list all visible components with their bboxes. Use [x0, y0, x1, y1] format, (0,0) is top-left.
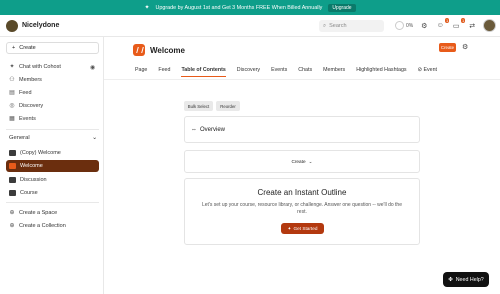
compass-icon: ◎ — [9, 103, 15, 109]
tab-highlighted-hashtags[interactable]: Highlighted Hashtags — [356, 67, 406, 77]
sidebar-item-discussion[interactable]: Discussion — [6, 174, 99, 185]
avatar[interactable] — [483, 19, 497, 32]
sidebar-create-button[interactable]: + Create — [6, 42, 99, 54]
upgrade-button[interactable]: Upgrade — [328, 3, 356, 12]
get-started-button[interactable]: ✦ Get Started — [281, 223, 324, 234]
need-help-button[interactable]: ✤ Need Help? — [443, 272, 489, 287]
sidebar-item-events[interactable]: ▦ Events — [6, 113, 99, 124]
users-icon: ⚇ — [9, 77, 15, 83]
tab-members[interactable]: Members — [323, 67, 345, 77]
feed-icon: ▤ — [9, 90, 15, 96]
sidebar-item-course[interactable]: Course — [6, 187, 99, 198]
gear-icon[interactable]: ⚙ — [462, 43, 468, 51]
sidebar-item-label: Events — [19, 115, 36, 122]
tab-discovery[interactable]: Discovery — [237, 67, 260, 77]
sidebar-item-copy-welcome[interactable]: (Copy) Welcome — [6, 147, 99, 158]
create-dropdown[interactable]: Create ⌄ — [184, 150, 420, 173]
sidebar-item-chat-with-cohost[interactable]: ✦ Chat with Cohost — [6, 61, 99, 72]
settings-icon[interactable]: ⚙ — [419, 21, 429, 31]
sidebar-create-label: Create — [19, 45, 36, 51]
overview-card[interactable]: ⇔ Overview — [184, 116, 420, 143]
progress-label: 0% — [406, 22, 414, 29]
page-tabs: Page Feed Table of Contents Discovery Ev… — [135, 67, 437, 77]
sidebar-item-label: Members — [19, 76, 42, 83]
space-thumbnail — [9, 163, 16, 169]
outline-title: Create an Instant Outline — [257, 188, 347, 197]
plus-circle-icon: ⊕ — [9, 223, 15, 229]
sidebar-divider — [6, 129, 99, 130]
instant-outline-card: Create an Instant Outline Let's set up y… — [184, 178, 420, 245]
sidebar-item-welcome[interactable]: Welcome — [6, 160, 99, 172]
sidebar-item-feed[interactable]: ▤ Feed — [6, 87, 99, 98]
messages-icon[interactable]: ▭ 1 — [451, 17, 466, 31]
tab-feed[interactable]: Feed — [158, 67, 170, 77]
chevron-down-icon: ⌄ — [92, 135, 97, 141]
tab-event-label: Event — [423, 67, 438, 73]
create-collection-button[interactable]: ⊕ Create a Collection — [6, 220, 99, 231]
eye-icon[interactable]: ◉ — [90, 64, 95, 71]
search-placeholder: Search — [329, 23, 347, 29]
plus-icon: + — [12, 45, 16, 51]
create-space-label: Create a Space — [19, 209, 58, 216]
messages-badge: 1 — [461, 17, 466, 23]
banner-text: Upgrade by August 1st and Get 3 Months F… — [155, 4, 323, 11]
page-title: Welcome — [150, 46, 185, 55]
sidebar-item-label: Feed — [19, 89, 32, 96]
outline-description: Let's set up your course, resource libra… — [202, 202, 402, 216]
community-logo — [6, 19, 18, 32]
sparkle-icon: ✦ — [287, 225, 292, 231]
tab-page[interactable]: Page — [135, 67, 147, 77]
plus-circle-icon: ⊕ — [9, 210, 15, 216]
tab-event[interactable]: ⊘ Event — [418, 67, 437, 77]
space-thumbnail — [9, 189, 16, 196]
reorder-button[interactable]: Reorder — [216, 101, 240, 111]
community-brand[interactable]: Nicelydone — [0, 19, 60, 32]
progress-indicator[interactable]: 0% — [395, 21, 413, 30]
tab-chats[interactable]: Chats — [298, 67, 312, 77]
notification-badge: 1 — [445, 17, 450, 23]
page-icon — [133, 44, 145, 56]
sparkle-icon: ✦ — [144, 5, 150, 11]
overview-icon: ⇔ — [191, 126, 197, 133]
main-content: Welcome Create ⚙ Page Feed Table of Cont… — [104, 37, 500, 294]
search-icon: ⌕ — [323, 22, 327, 29]
create-collection-label: Create a Collection — [19, 222, 66, 229]
create-dropdown-label: Create — [291, 159, 306, 164]
calendar-icon: ▦ — [9, 116, 15, 122]
help-icon: ✤ — [448, 276, 453, 283]
search-input[interactable]: ⌕ Search — [319, 20, 384, 32]
tab-table-of-contents[interactable]: Table of Contents — [181, 67, 227, 77]
tabs-divider — [104, 79, 500, 80]
sidebar-section-general[interactable]: General ⌄ — [9, 135, 97, 141]
tab-events[interactable]: Events — [271, 67, 287, 77]
need-help-label: Need Help? — [455, 276, 484, 283]
space-thumbnail — [9, 149, 16, 156]
sparkle-icon: ✦ — [9, 64, 15, 70]
sidebar-item-label: Welcome — [20, 163, 43, 169]
create-space-button[interactable]: ⊕ Create a Space — [6, 207, 99, 218]
sidebar-item-label: Chat with Cohost — [19, 63, 61, 70]
sidebar-item-label: Discussion — [20, 176, 47, 183]
top-bar: Nicelydone ⌕ Search 0% ⚙ ☺ 1 ▭ 1 ⇄ — [0, 15, 500, 37]
sidebar-item-label: Discovery — [19, 102, 44, 109]
sidebar-item-label: (Copy) Welcome — [20, 149, 61, 156]
arrows-icon[interactable]: ⇄ — [467, 21, 477, 31]
sidebar: + Create ✦ Chat with Cohost ◉ ⚇ Members … — [0, 37, 104, 294]
chevron-down-icon: ⌄ — [308, 158, 313, 164]
section-title: General — [9, 135, 30, 141]
sidebar-item-label: Course — [20, 189, 38, 196]
sidebar-divider — [6, 202, 99, 203]
sidebar-item-discovery[interactable]: ◎ Discovery — [6, 100, 99, 111]
space-thumbnail — [9, 176, 16, 183]
get-started-label: Get Started — [293, 226, 318, 231]
sidebar-item-members[interactable]: ⚇ Members — [6, 74, 99, 85]
community-name: Nicelydone — [22, 22, 60, 29]
create-button[interactable]: Create — [439, 43, 456, 52]
top-icons: 0% ⚙ ☺ 1 ▭ 1 ⇄ — [395, 17, 497, 32]
bulk-select-button[interactable]: Bulk Select — [184, 101, 213, 111]
people-icon[interactable]: ☺ 1 — [435, 17, 450, 31]
progress-ring-icon — [395, 21, 404, 30]
upgrade-banner: ✦ Upgrade by August 1st and Get 3 Months… — [0, 0, 500, 15]
overview-label: Overview — [200, 126, 226, 133]
